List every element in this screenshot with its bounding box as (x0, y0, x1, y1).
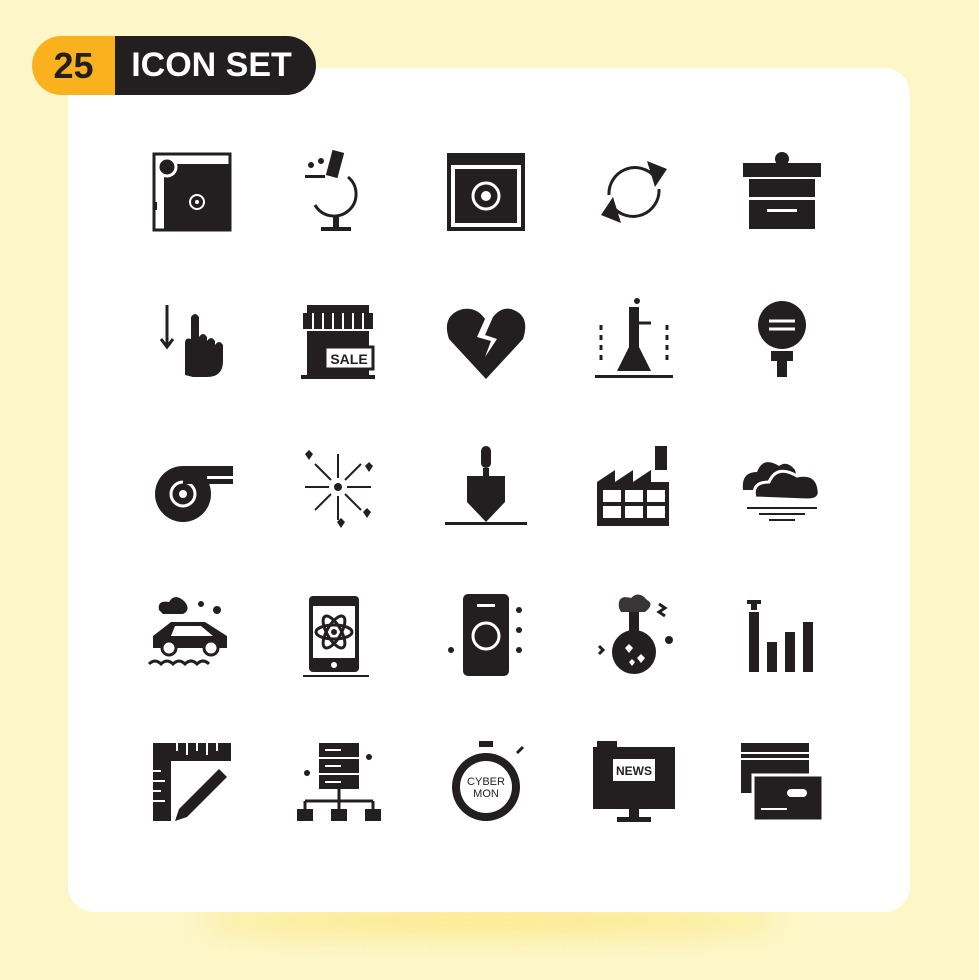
swipe-down-hand-icon (147, 295, 237, 385)
smartphone-icon (441, 590, 531, 680)
sale-text: SALE (330, 351, 367, 367)
car-flood-icon (147, 590, 237, 680)
shop-sale-icon: SALE (293, 295, 383, 385)
cyber-monday-stopwatch-icon: CYBER MON (441, 737, 531, 827)
badge-title: ICON SET (115, 36, 316, 95)
lab-flask-icon (589, 295, 679, 385)
whistle-icon (147, 442, 237, 532)
idea-bulb-icon (737, 295, 827, 385)
trowel-icon (441, 442, 531, 532)
gift-box-icon (737, 147, 827, 237)
fireworks-icon (293, 442, 383, 532)
news-monitor-icon: NEWS (589, 737, 679, 827)
broken-heart-icon (441, 295, 531, 385)
microscope-icon (293, 147, 383, 237)
icon-count: 25 (32, 36, 115, 95)
clouds-sea-icon (737, 442, 827, 532)
server-network-icon (293, 737, 383, 827)
news-text: NEWS (616, 764, 652, 778)
browser-settings-icon (441, 147, 531, 237)
title-badge: 25 ICON SET (32, 36, 316, 95)
refresh-arrows-icon (589, 147, 679, 237)
factory-icon (589, 442, 679, 532)
credit-cards-icon (737, 737, 827, 827)
mobile-atom-icon (293, 590, 383, 680)
chemistry-flask-icon (589, 590, 679, 680)
signal-bars-icon (737, 590, 827, 680)
billiard-table-icon (147, 147, 237, 237)
ruler-pencil-icon (147, 737, 237, 827)
